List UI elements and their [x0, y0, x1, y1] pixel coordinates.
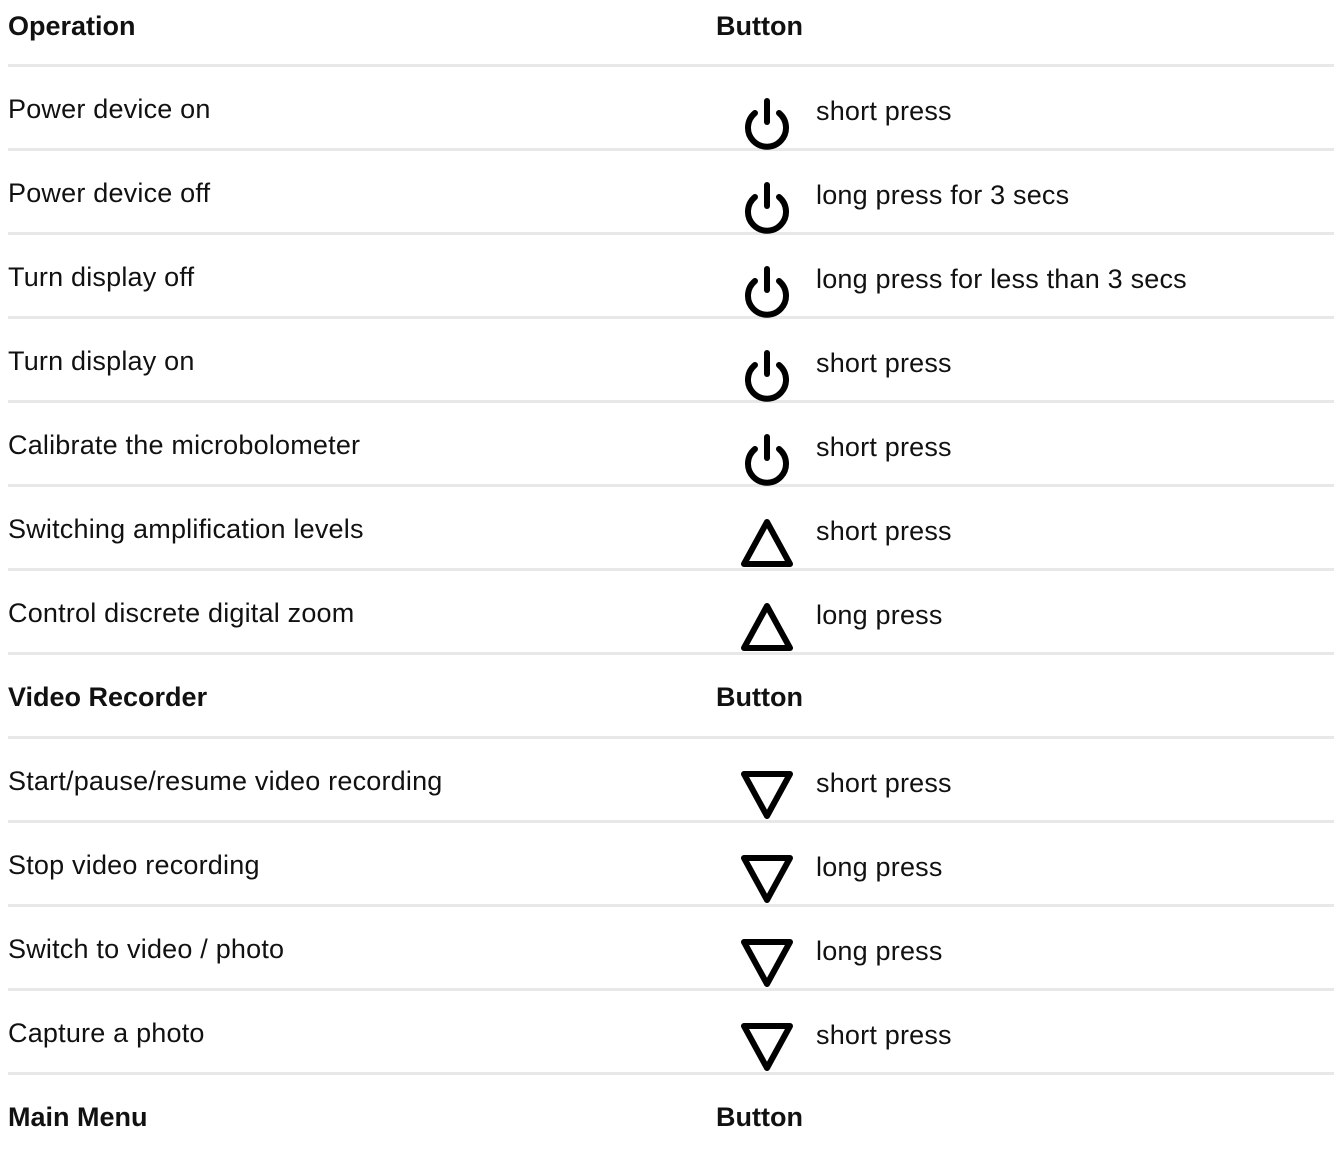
table-row: Control discrete digital zoom long press [8, 571, 1334, 655]
triangle-down-icon [740, 1020, 794, 1074]
power-icon [740, 180, 794, 234]
header-button-label: Button [716, 682, 803, 712]
operation-cell: Switch to video / photo [8, 934, 285, 964]
triangle-up-icon [740, 516, 794, 570]
action-cell: long press for less than 3 secs [816, 264, 1187, 294]
triangle-up-icon [740, 600, 794, 654]
action-cell: long press for 3 secs [816, 180, 1070, 210]
header-operation-label: Video Recorder [8, 682, 208, 712]
header-operation-label: Main Menu [8, 1102, 148, 1132]
operation-cell: Turn display on [8, 346, 195, 376]
power-icon [740, 96, 794, 150]
header-button-label: Button [716, 1102, 803, 1132]
table-row: Capture a photo short press [8, 991, 1334, 1075]
table-row: Power device on short press [8, 67, 1334, 151]
operation-cell: Turn display off [8, 262, 195, 292]
table-row: Start/pause/resume video recording short… [8, 739, 1334, 823]
power-icon [740, 348, 794, 402]
table-header-main-menu: Main Menu Button [8, 1075, 1334, 1151]
action-cell: long press [816, 936, 943, 966]
header-button-label: Button [716, 11, 803, 41]
table-row: Stop video recording long press [8, 823, 1334, 907]
table-row: Turn display off long press for less tha… [8, 235, 1334, 319]
table-header-operation: Operation Button [8, 0, 1334, 67]
operation-cell: Control discrete digital zoom [8, 598, 355, 628]
operation-cell: Power device off [8, 178, 211, 208]
action-cell: long press [816, 600, 943, 630]
action-cell: short press [816, 1020, 952, 1050]
operation-cell: Power device on [8, 94, 211, 124]
action-cell: short press [816, 516, 952, 546]
triangle-down-icon [740, 936, 794, 990]
table-row: Power device off long press for 3 secs [8, 151, 1334, 235]
table-row: Calibrate the microbolometer short press [8, 403, 1334, 487]
action-cell: short press [816, 96, 952, 126]
triangle-down-icon [740, 852, 794, 906]
operation-cell: Stop video recording [8, 850, 260, 880]
power-icon [740, 432, 794, 486]
operation-cell: Calibrate the microbolometer [8, 430, 361, 460]
operation-cell: Start/pause/resume video recording [8, 766, 443, 796]
triangle-down-icon [740, 768, 794, 822]
table-header-video-recorder: Video Recorder Button [8, 655, 1334, 739]
action-cell: short press [816, 768, 952, 798]
table-row: Switch to video / photo long press [8, 907, 1334, 991]
header-operation-label: Operation [8, 11, 136, 41]
controls-table: Operation Button Power device on short p… [8, 0, 1334, 1151]
table-row: Turn display on short press [8, 319, 1334, 403]
action-cell: short press [816, 432, 952, 462]
operation-cell: Capture a photo [8, 1018, 205, 1048]
operation-cell: Switching amplification levels [8, 514, 364, 544]
power-icon [740, 264, 794, 318]
table-row: Switching amplification levels short pre… [8, 487, 1334, 571]
action-cell: long press [816, 852, 943, 882]
action-cell: short press [816, 348, 952, 378]
